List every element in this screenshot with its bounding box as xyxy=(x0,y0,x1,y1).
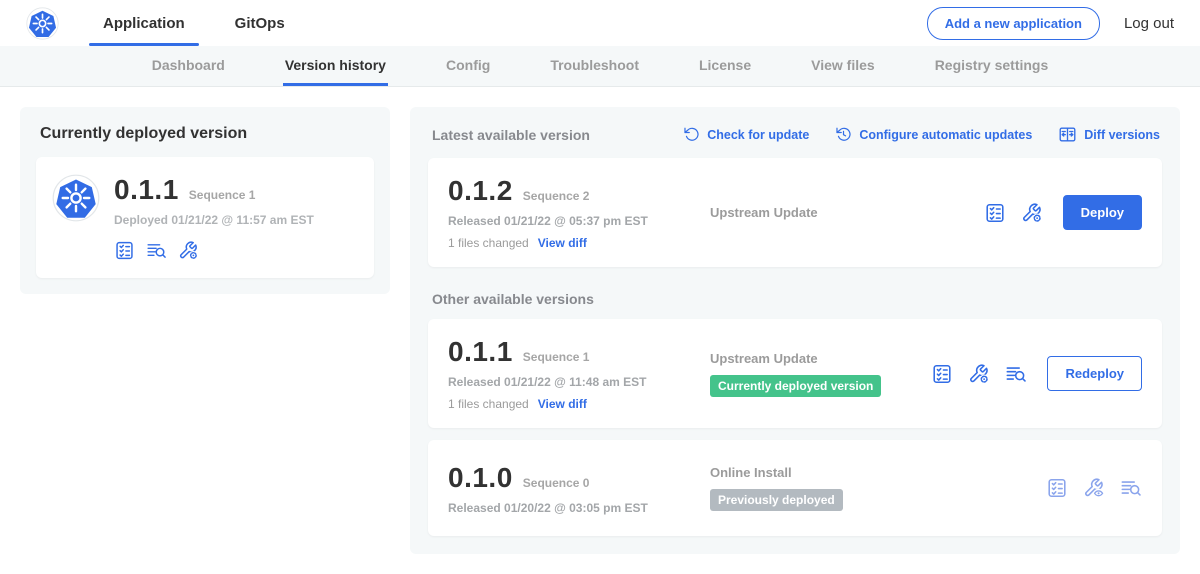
release-notes-icon[interactable] xyxy=(1046,477,1068,499)
tab-application-label: Application xyxy=(103,15,185,32)
version-source: Upstream Update Currently deployed versi… xyxy=(710,351,931,397)
check-for-update-label: Check for update xyxy=(707,128,809,142)
version-source: Online Install Previously deployed xyxy=(710,465,1046,511)
version-number: 0.1.1 xyxy=(448,336,513,368)
version-source: Upstream Update xyxy=(710,205,984,220)
available-versions-panel: Latest available version Check for updat… xyxy=(410,107,1180,554)
view-diff-link[interactable]: View diff xyxy=(538,397,587,411)
released-timestamp: Released 01/21/22 @ 05:37 pm EST xyxy=(448,214,710,228)
version-number: 0.1.2 xyxy=(448,175,513,207)
currently-deployed-panel: Currently deployed version 0.1.1 Sequenc… xyxy=(20,107,390,294)
version-info: 0.1.1 Sequence 1 Released 01/21/22 @ 11:… xyxy=(448,336,710,411)
tab-application[interactable]: Application xyxy=(89,0,199,46)
version-actions: Deploy xyxy=(984,195,1142,230)
sequence-label: Sequence 1 xyxy=(523,350,590,364)
main-content: Currently deployed version 0.1.1 Sequenc… xyxy=(0,87,1200,574)
files-changed-label: 1 files changed xyxy=(448,397,529,411)
release-notes-icon[interactable] xyxy=(984,202,1006,224)
version-card-0-1-0: 0.1.0 Sequence 0 Released 01/20/22 @ 03:… xyxy=(428,440,1162,536)
schedule-icon xyxy=(835,126,852,143)
kubernetes-logo-icon[interactable] xyxy=(26,7,59,40)
version-actions xyxy=(1046,477,1142,499)
redeploy-button[interactable]: Redeploy xyxy=(1047,356,1142,391)
deployed-timestamp: Deployed 01/21/22 @ 11:57 am EST xyxy=(114,213,314,227)
currently-deployed-title: Currently deployed version xyxy=(40,125,372,143)
released-timestamp: Released 01/21/22 @ 11:48 am EST xyxy=(448,375,710,389)
version-number: 0.1.0 xyxy=(448,462,513,494)
version-card-0-1-1: 0.1.1 Sequence 1 Released 01/21/22 @ 11:… xyxy=(428,319,1162,428)
configure-updates-label: Configure automatic updates xyxy=(859,128,1032,142)
diff-icon xyxy=(1058,125,1077,144)
deployed-version-card: 0.1.1 Sequence 1 Deployed 01/21/22 @ 11:… xyxy=(36,157,374,278)
view-logs-icon[interactable] xyxy=(1120,477,1142,499)
edit-config-icon[interactable] xyxy=(968,363,990,385)
kubernetes-app-icon xyxy=(52,174,100,222)
available-versions-header: Latest available version Check for updat… xyxy=(432,125,1160,144)
release-notes-icon[interactable] xyxy=(931,363,953,385)
edit-config-icon[interactable] xyxy=(178,240,199,261)
deploy-button[interactable]: Deploy xyxy=(1063,195,1142,230)
subtab-troubleshoot[interactable]: Troubleshoot xyxy=(548,46,641,86)
edit-config-icon[interactable] xyxy=(1021,202,1043,224)
view-diff-link[interactable]: View diff xyxy=(538,236,587,250)
version-actions: Redeploy xyxy=(931,356,1142,391)
sequence-label: Sequence 0 xyxy=(523,476,590,490)
deployed-version-number: 0.1.1 xyxy=(114,174,179,206)
sequence-label: Sequence 2 xyxy=(523,189,590,203)
top-nav: Application GitOps Add a new application… xyxy=(0,0,1200,46)
other-versions-title: Other available versions xyxy=(432,291,1160,307)
source-label: Upstream Update xyxy=(710,205,974,220)
subtab-license[interactable]: License xyxy=(697,46,753,86)
release-notes-icon[interactable] xyxy=(114,240,135,261)
deployed-version-info: 0.1.1 Sequence 1 Deployed 01/21/22 @ 11:… xyxy=(114,174,314,261)
subtab-config[interactable]: Config xyxy=(444,46,492,86)
version-info: 0.1.0 Sequence 0 Released 01/20/22 @ 03:… xyxy=(448,462,710,515)
released-timestamp: Released 01/20/22 @ 03:05 pm EST xyxy=(448,501,710,515)
source-label: Upstream Update xyxy=(710,351,921,366)
files-changed-label: 1 files changed xyxy=(448,236,529,250)
diff-versions-link[interactable]: Diff versions xyxy=(1058,125,1160,144)
view-logs-icon[interactable] xyxy=(146,240,167,261)
currently-deployed-badge: Currently deployed version xyxy=(710,375,881,397)
add-application-button[interactable]: Add a new application xyxy=(927,7,1100,40)
source-label: Online Install xyxy=(710,465,1036,480)
latest-available-title: Latest available version xyxy=(432,127,590,143)
configure-updates-link[interactable]: Configure automatic updates xyxy=(835,126,1032,143)
subtab-view-files[interactable]: View files xyxy=(809,46,877,86)
version-card-0-1-2: 0.1.2 Sequence 2 Released 01/21/22 @ 05:… xyxy=(428,158,1162,267)
deployed-sequence-label: Sequence 1 xyxy=(189,188,256,202)
diff-versions-label: Diff versions xyxy=(1084,128,1160,142)
version-info: 0.1.2 Sequence 2 Released 01/21/22 @ 05:… xyxy=(448,175,710,250)
check-for-update-link[interactable]: Check for update xyxy=(683,126,809,143)
available-actions: Check for update Configure automatic upd… xyxy=(683,125,1160,144)
app-sub-nav: Dashboard Version history Config Trouble… xyxy=(0,46,1200,87)
view-config-icon[interactable] xyxy=(1083,477,1105,499)
tab-gitops[interactable]: GitOps xyxy=(221,0,299,46)
subtab-registry-settings[interactable]: Registry settings xyxy=(933,46,1051,86)
previously-deployed-badge: Previously deployed xyxy=(710,489,843,511)
view-logs-icon[interactable] xyxy=(1005,363,1027,385)
top-nav-right: Add a new application Log out xyxy=(927,7,1174,40)
subtab-version-history[interactable]: Version history xyxy=(283,46,388,86)
refresh-icon xyxy=(683,126,700,143)
logout-link[interactable]: Log out xyxy=(1124,15,1174,32)
subtab-dashboard[interactable]: Dashboard xyxy=(150,46,227,86)
tab-gitops-label: GitOps xyxy=(235,15,285,32)
